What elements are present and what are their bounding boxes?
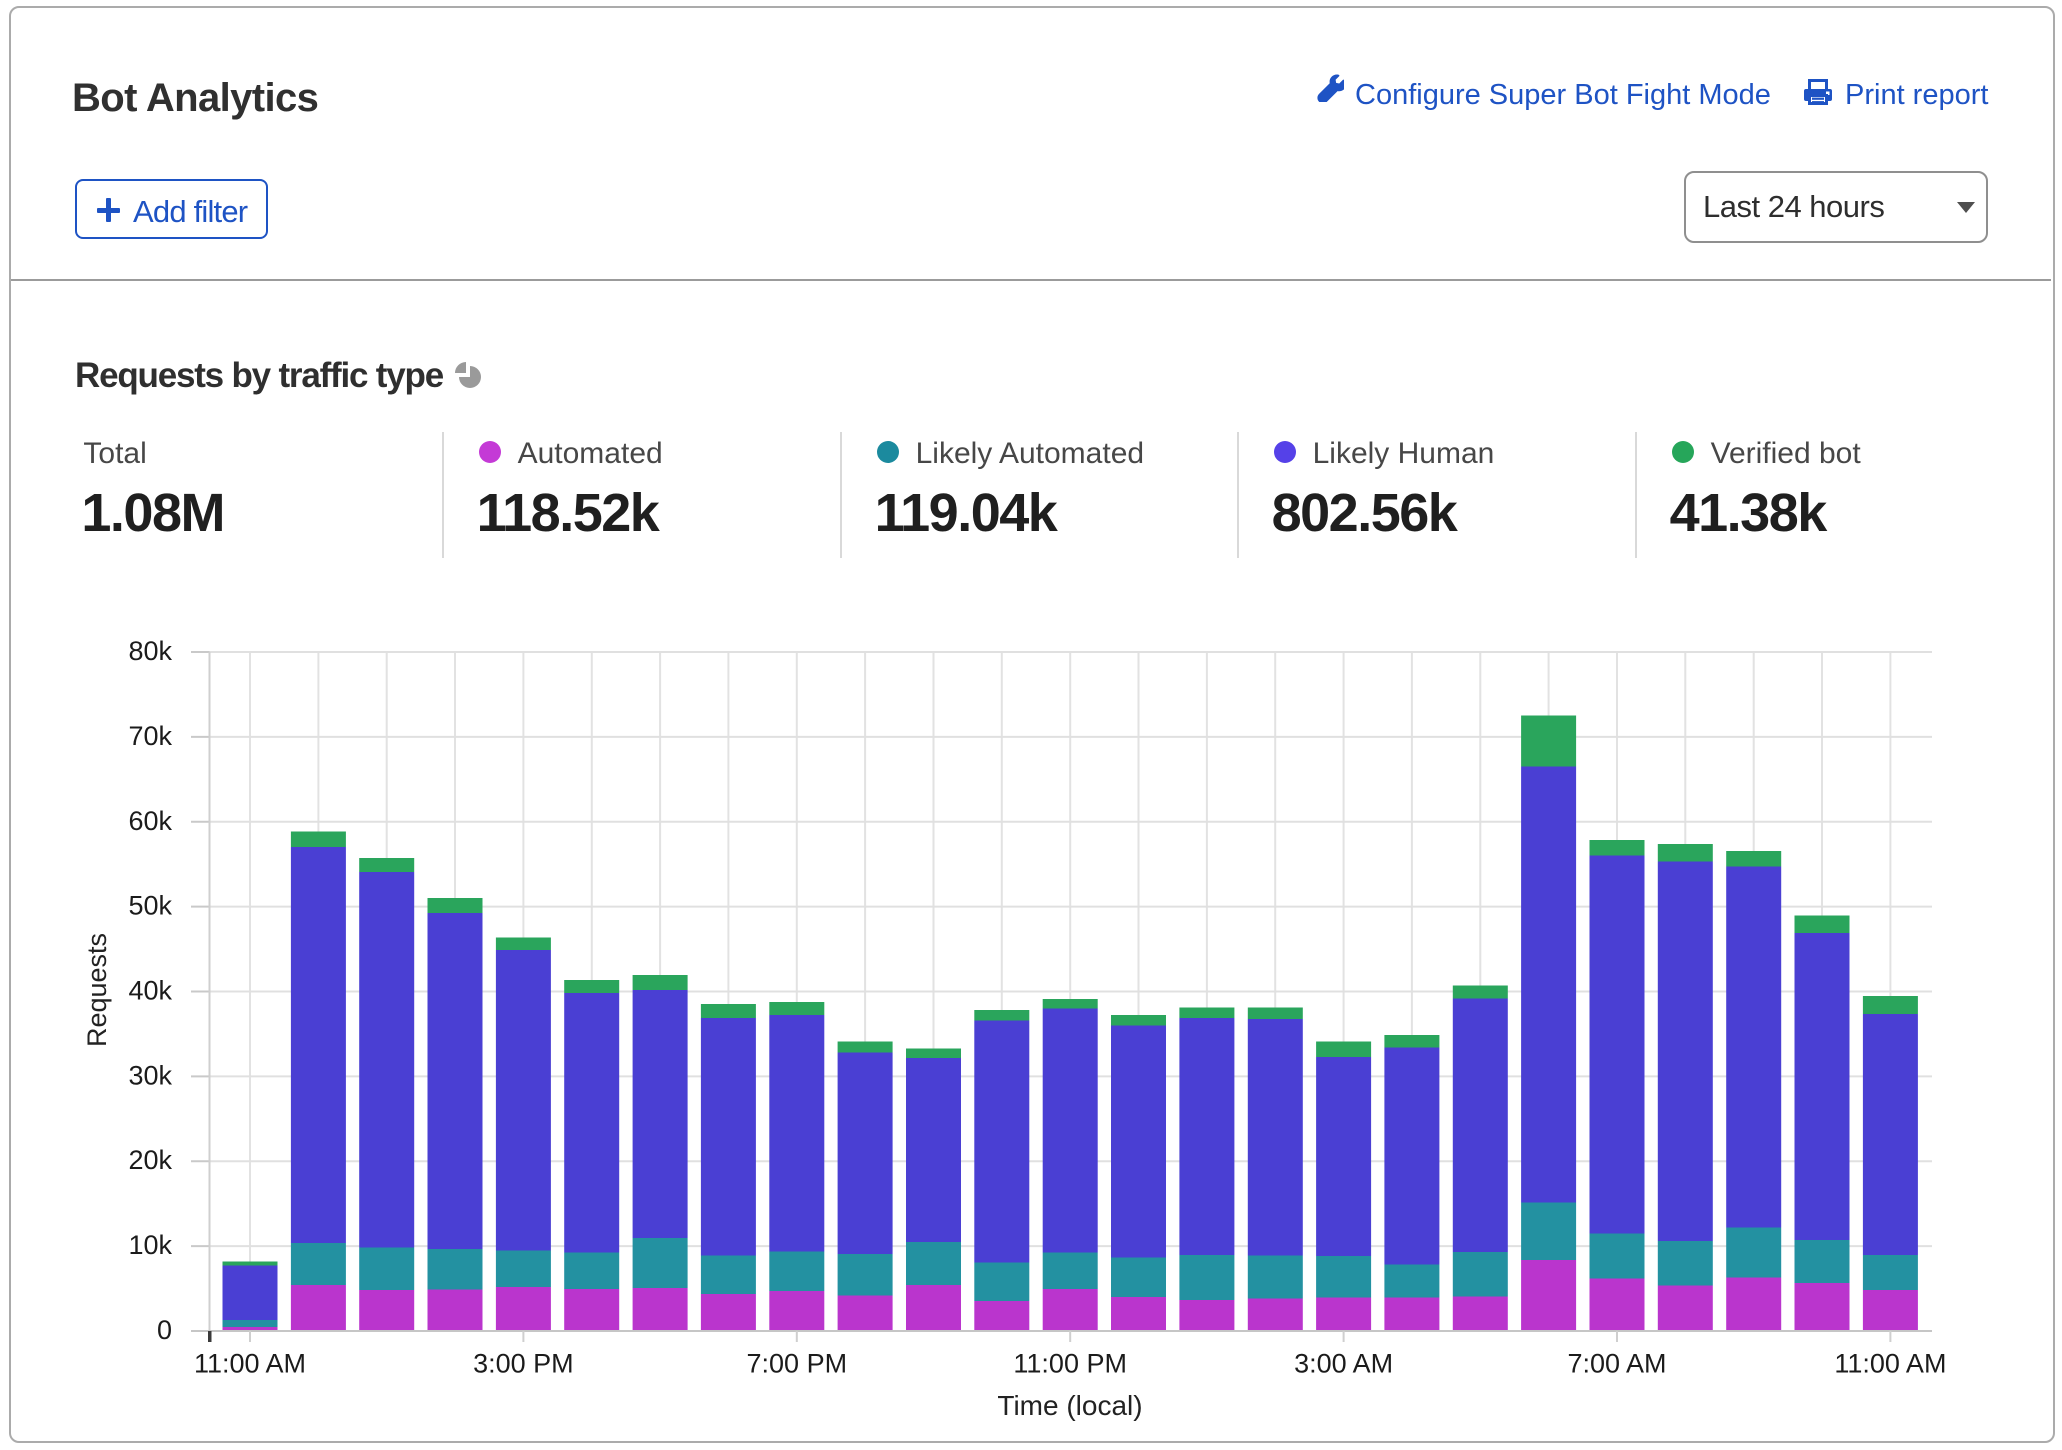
svg-text:30k: 30k xyxy=(128,1060,172,1090)
svg-text:40k: 40k xyxy=(128,976,172,1006)
svg-text:Requests: Requests xyxy=(82,933,112,1047)
svg-text:70k: 70k xyxy=(128,721,172,751)
svg-text:7:00 AM: 7:00 AM xyxy=(1567,1349,1666,1379)
svg-text:Time (local): Time (local) xyxy=(997,1390,1142,1421)
svg-text:11:00 AM: 11:00 AM xyxy=(194,1349,306,1379)
svg-text:11:00 AM: 11:00 AM xyxy=(1834,1349,1946,1379)
svg-text:3:00 PM: 3:00 PM xyxy=(473,1349,574,1379)
svg-text:20k: 20k xyxy=(128,1145,172,1175)
svg-text:3:00 AM: 3:00 AM xyxy=(1294,1349,1393,1379)
svg-text:10k: 10k xyxy=(128,1230,172,1260)
svg-text:60k: 60k xyxy=(128,806,172,836)
svg-text:50k: 50k xyxy=(128,891,172,921)
svg-text:11:00 PM: 11:00 PM xyxy=(1013,1349,1127,1379)
svg-text:7:00 PM: 7:00 PM xyxy=(747,1349,848,1379)
svg-text:0: 0 xyxy=(157,1315,172,1345)
svg-text:80k: 80k xyxy=(128,636,172,666)
